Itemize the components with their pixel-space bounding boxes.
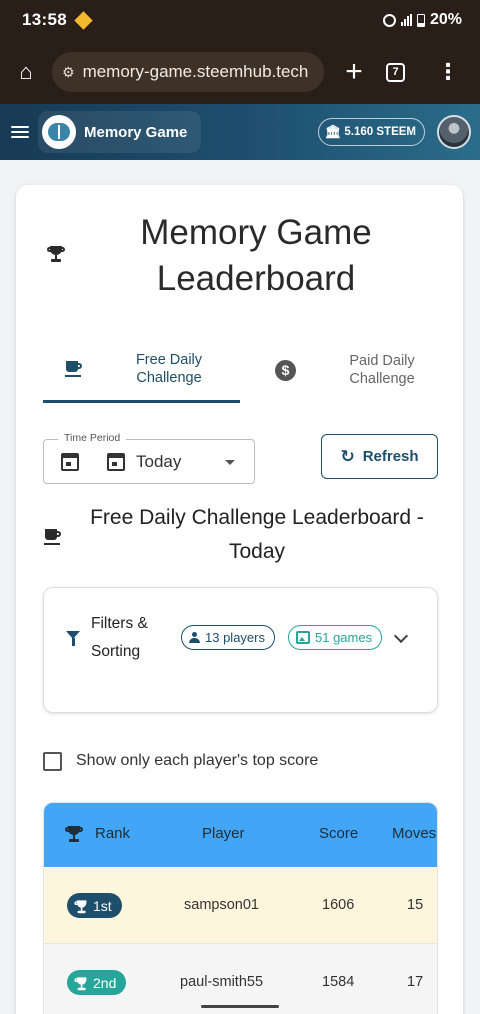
section-heading: Free Daily Challenge Leaderboard - Today bbox=[16, 501, 463, 571]
players-count: 13 players bbox=[205, 630, 265, 645]
more-menu-icon[interactable]: ⋮ bbox=[437, 61, 459, 83]
status-bar: 13:58 20% bbox=[0, 0, 480, 40]
tab-label: Paid Daily Challenge bbox=[349, 353, 415, 387]
refresh-button[interactable]: ↻ Refresh bbox=[321, 434, 438, 479]
tab-free-daily-challenge[interactable]: Free Daily Challenge bbox=[43, 337, 240, 403]
dropdown-arrow-icon bbox=[225, 460, 235, 465]
table-row[interactable]: 2nd paul-smith55 1584 17 bbox=[44, 944, 437, 1014]
status-icons: 20% bbox=[382, 11, 462, 29]
brand-home-link[interactable]: Memory Game bbox=[38, 111, 202, 153]
coffee-icon bbox=[44, 528, 62, 546]
wallet-balance: 5.160 STEEM bbox=[344, 126, 416, 138]
app-title: Memory Game bbox=[84, 123, 188, 141]
binance-icon bbox=[74, 10, 93, 30]
user-avatar[interactable] bbox=[437, 115, 471, 149]
column-header-player[interactable]: Player bbox=[202, 825, 245, 842]
rank-badge: 1st bbox=[67, 893, 122, 918]
games-count-chip: 51 games bbox=[288, 625, 383, 650]
calendar-today-icon bbox=[107, 453, 125, 471]
hamburger-menu-icon[interactable] bbox=[11, 126, 29, 138]
table-header: Rank Player Score Moves bbox=[44, 803, 437, 867]
time-period-value: Today bbox=[136, 452, 182, 471]
top-score-label: Show only each player's top score bbox=[76, 752, 319, 769]
app-bar: Memory Game 🏛 5.160 STEEM bbox=[0, 104, 480, 160]
column-header-score[interactable]: Score bbox=[319, 825, 358, 842]
person-icon bbox=[189, 632, 200, 643]
column-header-rank[interactable]: Rank bbox=[95, 825, 130, 842]
games-count: 51 games bbox=[315, 630, 373, 645]
browser-toolbar: ⌂ ⚙ memory-game.steemhub.tech + 7 ⋮ bbox=[0, 40, 480, 104]
page-title: Memory Game Leaderboard bbox=[140, 213, 372, 298]
tab-switcher-button[interactable]: 7 bbox=[386, 62, 405, 82]
alarm-icon bbox=[382, 13, 396, 27]
new-tab-icon[interactable]: + bbox=[330, 55, 378, 89]
moves-value: 15 bbox=[407, 897, 424, 913]
player-name: paul-smith55 bbox=[180, 974, 264, 990]
site-settings-icon[interactable]: ⚙ bbox=[62, 64, 75, 81]
rank-value: 1st bbox=[93, 897, 112, 914]
leaderboard-card: Memory Game Leaderboard Free Daily Chall… bbox=[16, 185, 463, 1014]
signal-icon bbox=[400, 14, 412, 26]
calendar-icon bbox=[61, 453, 79, 471]
tab-label: Free Daily Challenge bbox=[135, 351, 203, 386]
home-icon[interactable]: ⌂ bbox=[0, 59, 52, 85]
leaderboard-table: Rank Player Score Moves 1st sampson01 16… bbox=[43, 802, 438, 1014]
player-name: sampson01 bbox=[184, 897, 259, 913]
status-time: 13:58 bbox=[22, 10, 67, 29]
trophy-icon bbox=[74, 899, 87, 913]
trophy-icon bbox=[47, 246, 65, 264]
rank-badge: 2nd bbox=[67, 970, 127, 995]
trophy-icon bbox=[65, 826, 83, 844]
wallet-balance-button[interactable]: 🏛 5.160 STEEM bbox=[317, 118, 425, 146]
moves-value: 17 bbox=[407, 974, 424, 990]
players-count-chip: 13 players bbox=[181, 625, 275, 650]
filters-title: Filters & Sorting bbox=[91, 615, 148, 660]
score-value: 1584 bbox=[322, 974, 355, 990]
rank-value: 2nd bbox=[93, 974, 117, 991]
battery-icon bbox=[416, 13, 425, 27]
bank-icon: 🏛 bbox=[324, 124, 342, 139]
address-bar[interactable]: ⚙ memory-game.steemhub.tech bbox=[52, 52, 324, 92]
column-header-moves[interactable]: Moves bbox=[392, 825, 436, 842]
filters-panel[interactable]: Filters & Sorting 13 players 51 games bbox=[43, 587, 438, 713]
coffee-icon bbox=[65, 360, 83, 378]
games-icon bbox=[296, 631, 310, 644]
time-period-label: Time Period bbox=[58, 432, 127, 444]
filter-icon bbox=[66, 631, 80, 646]
url-text: memory-game.steemhub.tech bbox=[82, 62, 309, 81]
title-row: Memory Game Leaderboard bbox=[16, 210, 463, 300]
section-title: Free Daily Challenge Leaderboard - Today bbox=[90, 506, 424, 563]
gesture-bar bbox=[201, 1005, 279, 1008]
refresh-label: Refresh bbox=[362, 448, 419, 465]
brain-logo-icon bbox=[42, 115, 76, 149]
dollar-icon: $ bbox=[275, 359, 296, 381]
time-period-select[interactable]: Time Period Today bbox=[43, 432, 255, 484]
top-score-checkbox[interactable] bbox=[43, 751, 62, 771]
score-value: 1606 bbox=[322, 897, 355, 913]
refresh-icon: ↻ bbox=[340, 446, 355, 466]
table-row[interactable]: 1st sampson01 1606 15 bbox=[44, 867, 437, 944]
tab-paid-daily-challenge[interactable]: $ Paid Daily Challenge bbox=[240, 337, 437, 403]
trophy-icon bbox=[74, 976, 87, 990]
challenge-tabs: Free Daily Challenge $ Paid Daily Challe… bbox=[43, 337, 437, 403]
battery-level: 20% bbox=[429, 11, 462, 28]
expand-chevron-icon[interactable] bbox=[393, 628, 409, 644]
top-score-toggle[interactable]: Show only each player's top score bbox=[43, 750, 318, 772]
